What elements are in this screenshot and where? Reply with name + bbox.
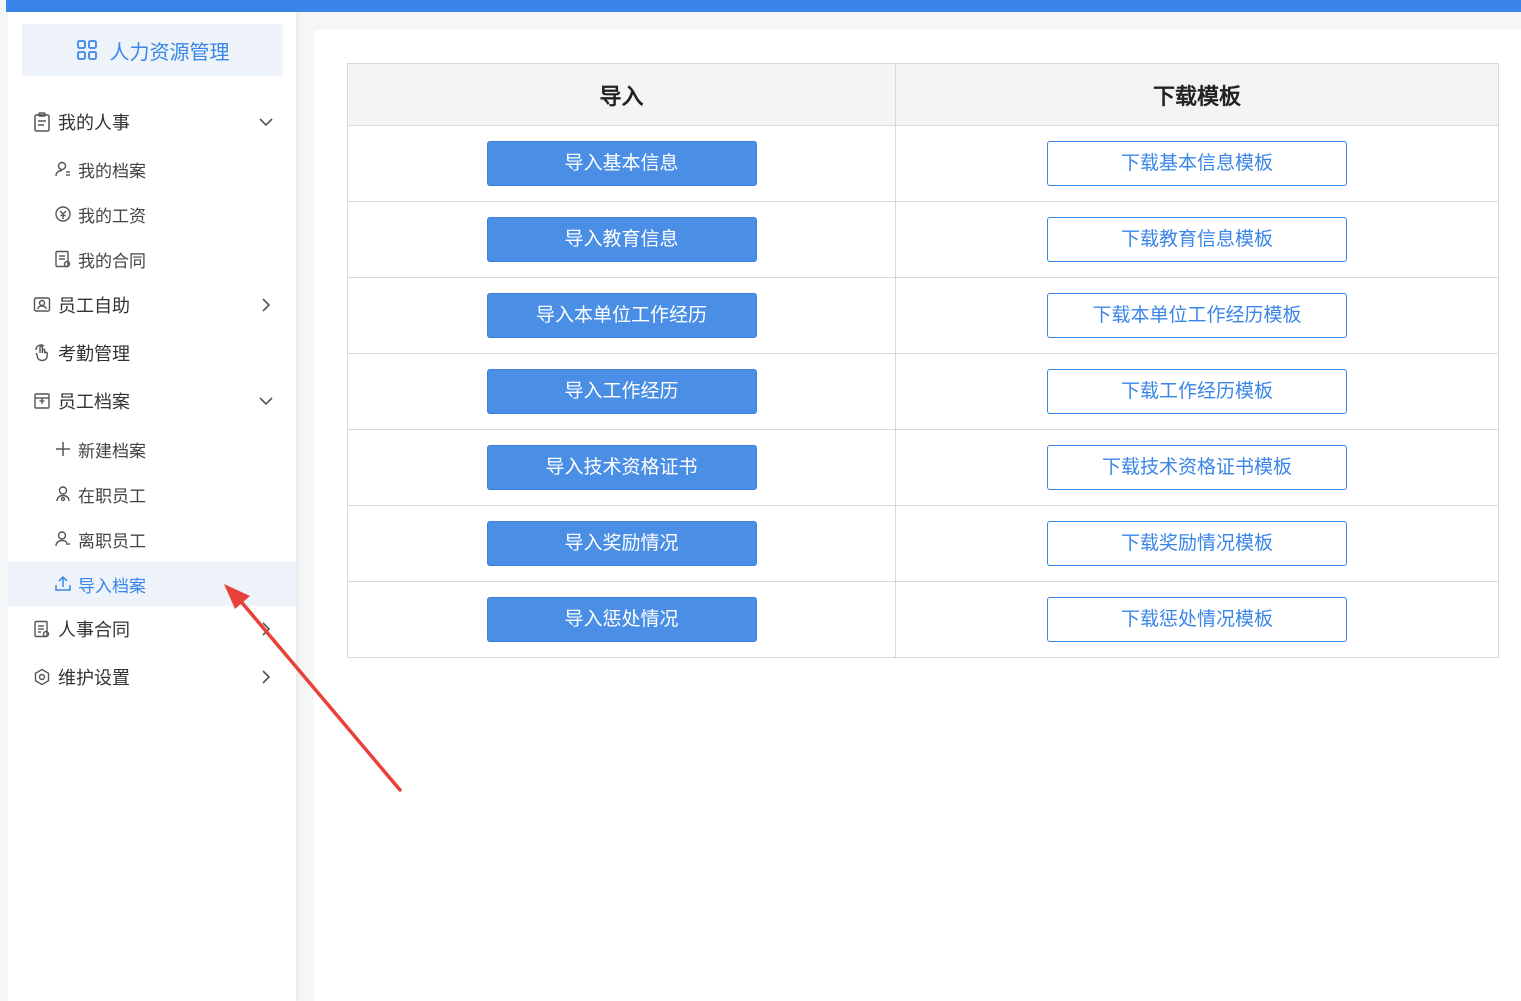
nav-label: 我的工资: [78, 206, 146, 227]
document-icon: [54, 250, 72, 268]
nav-label: 人事合同: [58, 620, 130, 641]
download-internal-work-history-template-button[interactable]: 下载本单位工作经历模板: [1047, 293, 1347, 338]
import-punishments-button[interactable]: 导入惩处情况: [486, 597, 757, 642]
top-bar-gap: [0, 0, 6, 12]
top-accent-bar: [0, 0, 1521, 12]
import-cell: 导入本单位工作经历: [347, 277, 896, 354]
nav-maintenance-settings[interactable]: 维护设置: [8, 655, 296, 699]
app-brand[interactable]: 人力资源管理: [22, 24, 283, 76]
import-cell: 导入教育信息: [347, 201, 896, 278]
download-cell: 下载惩处情况模板: [895, 581, 1499, 658]
nav-hr-contract[interactable]: 人事合同: [8, 607, 296, 651]
nav-label: 离职员工: [78, 531, 146, 552]
import-work-history-button[interactable]: 导入工作经历: [486, 369, 757, 414]
app-title: 人力资源管理: [109, 39, 230, 64]
table-row: 导入基本信息 下载基本信息模板: [347, 125, 1499, 202]
table-row: 导入工作经历 下载工作经历模板: [347, 353, 1499, 430]
nav-import-archive[interactable]: 导入档案: [8, 562, 296, 606]
nav-my-hr[interactable]: 我的人事: [8, 100, 296, 144]
nav-employee-archive[interactable]: 员工档案: [8, 379, 296, 423]
import-cell: 导入奖励情况: [347, 505, 896, 582]
download-tech-certificate-template-button[interactable]: 下载技术资格证书模板: [1047, 445, 1347, 490]
nav-label: 员工档案: [58, 392, 130, 413]
nav-label: 员工自助: [58, 296, 130, 317]
chevron-down-icon: [258, 114, 274, 130]
table-row: 导入本单位工作经历 下载本单位工作经历模板: [347, 277, 1499, 354]
import-cell: 导入工作经历: [347, 353, 896, 430]
grid-icon: [76, 39, 98, 61]
chevron-right-icon: [258, 297, 274, 313]
table-row: 导入惩处情况 下载惩处情况模板: [347, 581, 1499, 658]
sidebar: 人力资源管理 我的人事 我的档案 我的工资 我的合同 员工自助 考勤管理 员工档…: [8, 12, 296, 1001]
import-education-info-button[interactable]: 导入教育信息: [486, 217, 757, 262]
nav-label: 我的合同: [78, 251, 146, 272]
upload-icon: [54, 575, 72, 593]
archive-icon: [32, 391, 52, 411]
download-education-info-template-button[interactable]: 下载教育信息模板: [1047, 217, 1347, 262]
chevron-right-icon: [258, 669, 274, 685]
clipboard-icon: [32, 112, 52, 132]
nav-new-archive[interactable]: 新建档案: [8, 427, 296, 471]
download-cell: 下载基本信息模板: [895, 125, 1499, 202]
header-import: 导入: [347, 63, 896, 126]
plus-icon: [54, 440, 72, 458]
user-left-icon: [54, 530, 72, 548]
self-service-icon: [32, 295, 52, 315]
nav-label: 考勤管理: [58, 344, 130, 365]
download-punishments-template-button[interactable]: 下载惩处情况模板: [1047, 597, 1347, 642]
import-cell: 导入技术资格证书: [347, 429, 896, 506]
header-download-template: 下载模板: [895, 63, 1499, 126]
import-basic-info-button[interactable]: 导入基本信息: [486, 141, 757, 186]
main-content: 导入 下载模板 导入基本信息 下载基本信息模板 导入教育信息 下载教育信息模板 …: [314, 30, 1521, 1001]
nav-my-salary[interactable]: 我的工资: [8, 192, 296, 236]
user-active-icon: [54, 485, 72, 503]
import-rewards-button[interactable]: 导入奖励情况: [486, 521, 757, 566]
download-work-history-template-button[interactable]: 下载工作经历模板: [1047, 369, 1347, 414]
import-tech-certificate-button[interactable]: 导入技术资格证书: [486, 445, 757, 490]
nav-label: 我的档案: [78, 161, 146, 182]
import-internal-work-history-button[interactable]: 导入本单位工作经历: [486, 293, 757, 338]
import-cell: 导入惩处情况: [347, 581, 896, 658]
nav-my-contract[interactable]: 我的合同: [8, 237, 296, 281]
chevron-down-icon: [258, 393, 274, 409]
import-template-table: 导入 下载模板 导入基本信息 下载基本信息模板 导入教育信息 下载教育信息模板 …: [347, 63, 1499, 658]
download-cell: 下载技术资格证书模板: [895, 429, 1499, 506]
table-header-row: 导入 下载模板: [347, 63, 1499, 126]
nav-label: 在职员工: [78, 486, 146, 507]
nav-active-employees[interactable]: 在职员工: [8, 472, 296, 516]
download-rewards-template-button[interactable]: 下载奖励情况模板: [1047, 521, 1347, 566]
hand-tap-icon: [32, 343, 52, 363]
nav-my-profile[interactable]: 我的档案: [8, 147, 296, 191]
nav-label: 维护设置: [58, 668, 130, 689]
contract-icon: [32, 619, 52, 639]
settings-icon: [32, 667, 52, 687]
nav-attendance[interactable]: 考勤管理: [8, 331, 296, 375]
table-row: 导入奖励情况 下载奖励情况模板: [347, 505, 1499, 582]
nav-left-employees[interactable]: 离职员工: [8, 517, 296, 561]
download-cell: 下载工作经历模板: [895, 353, 1499, 430]
chevron-right-icon: [258, 621, 274, 637]
money-icon: [54, 205, 72, 223]
table-row: 导入教育信息 下载教育信息模板: [347, 201, 1499, 278]
user-icon: [54, 160, 72, 178]
download-cell: 下载本单位工作经历模板: [895, 277, 1499, 354]
download-cell: 下载教育信息模板: [895, 201, 1499, 278]
table-row: 导入技术资格证书 下载技术资格证书模板: [347, 429, 1499, 506]
import-cell: 导入基本信息: [347, 125, 896, 202]
nav-label: 新建档案: [78, 441, 146, 462]
download-basic-info-template-button[interactable]: 下载基本信息模板: [1047, 141, 1347, 186]
nav-self-service[interactable]: 员工自助: [8, 283, 296, 327]
nav-label: 导入档案: [78, 576, 146, 597]
nav-label: 我的人事: [58, 113, 130, 134]
download-cell: 下载奖励情况模板: [895, 505, 1499, 582]
